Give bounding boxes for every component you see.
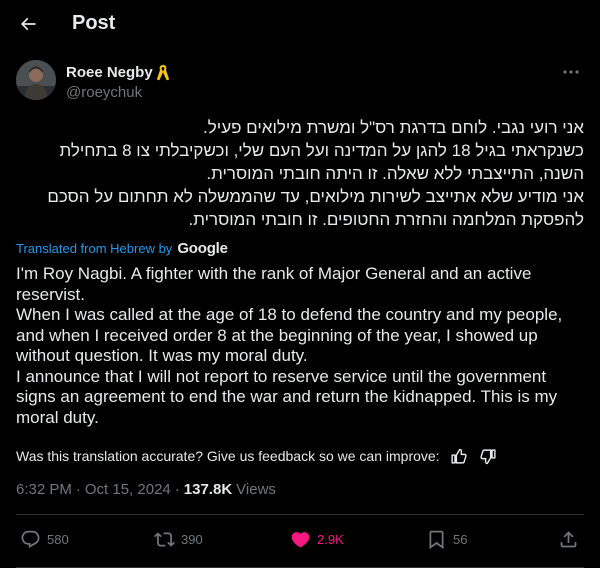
- translation-attribution[interactable]: Translated from Hebrew by Google: [16, 240, 228, 257]
- repost-icon: [154, 532, 175, 547]
- post-author: Roee Negby @roeychuk: [16, 60, 584, 104]
- thumbs-up-icon: [451, 448, 467, 464]
- repost-button[interactable]: 390: [154, 529, 203, 550]
- feedback-prompt: Was this translation accurate? Give us f…: [16, 448, 440, 464]
- post-actions: 580 390 2.9K 56: [16, 525, 584, 555]
- translation-paragraph: I'm Roy Nagbi. A fighter with the rank o…: [16, 264, 532, 304]
- more-options-button[interactable]: [558, 62, 584, 82]
- author-handle[interactable]: @roeychuk: [66, 84, 142, 101]
- translation-paragraph: I announce that I will not report to res…: [16, 366, 558, 427]
- share-icon: [560, 531, 577, 548]
- post-time[interactable]: 6:32 PM: [16, 481, 72, 498]
- page-title: Post: [72, 12, 116, 34]
- google-logo: Google: [177, 240, 228, 257]
- author-name[interactable]: Roee Negby: [66, 64, 153, 81]
- yellow-ribbon-icon: [156, 65, 169, 81]
- bookmark-count: 56: [453, 532, 468, 547]
- thumbs-down-button[interactable]: [478, 446, 500, 466]
- original-line: להפסקת המלחמה והחזרת החטופים. זו חובתי ה…: [188, 210, 584, 229]
- more-horizontal-icon: [563, 70, 579, 74]
- meta-separator: ·: [75, 481, 81, 498]
- post-date[interactable]: Oct 15, 2024: [85, 481, 171, 498]
- thumbs-up-button[interactable]: [448, 446, 470, 466]
- views-count: 137.8K: [183, 481, 233, 498]
- reply-icon: [21, 530, 40, 548]
- author-name-row: Roee Negby: [66, 64, 170, 81]
- translation-paragraph: When I was called at the age of 18 to de…: [16, 305, 563, 365]
- avatar[interactable]: [16, 60, 56, 100]
- views-label: Views: [236, 481, 276, 498]
- original-line: אני רועי נגבי. לוחם בדרגת רס"ל ומשרת מיל…: [203, 118, 584, 137]
- bookmark-button[interactable]: 56: [426, 529, 467, 550]
- reply-count: 580: [47, 532, 69, 547]
- repost-count: 390: [181, 532, 203, 547]
- post-original-text: אני רועי נגבי. לוחם בדרגת רס"ל ומשרת מיל…: [16, 116, 584, 231]
- original-line: השנה, התייצבתי ללא שאלה. זו היתה חובתי ה…: [206, 164, 584, 183]
- post-meta: 6:32 PM · Oct 15, 2024 · 137.8K Views: [16, 481, 276, 498]
- translation-feedback: Was this translation accurate? Give us f…: [16, 446, 500, 466]
- heart-icon: [291, 532, 310, 548]
- meta-separator: ·: [174, 481, 180, 498]
- like-button[interactable]: 2.9K: [290, 529, 344, 550]
- divider: [16, 514, 584, 515]
- thumbs-down-icon: [480, 448, 496, 464]
- top-bar: Post: [0, 0, 600, 48]
- bookmark-icon: [429, 530, 444, 550]
- arrow-left-icon: [20, 17, 36, 31]
- translation-label: Translated from Hebrew by: [16, 241, 173, 256]
- original-line: אני מודיע שלא אתייצב לשירות מילואים, עד …: [47, 187, 584, 206]
- like-count: 2.9K: [317, 532, 344, 547]
- original-line: כשנקראתי בגיל 18 להגן על המדינה ועל העם …: [59, 141, 584, 160]
- share-button[interactable]: [558, 529, 579, 550]
- reply-button[interactable]: 580: [20, 529, 69, 550]
- back-button[interactable]: [14, 10, 42, 38]
- post-translated-text: I'm Roy Nagbi. A fighter with the rank o…: [16, 264, 584, 428]
